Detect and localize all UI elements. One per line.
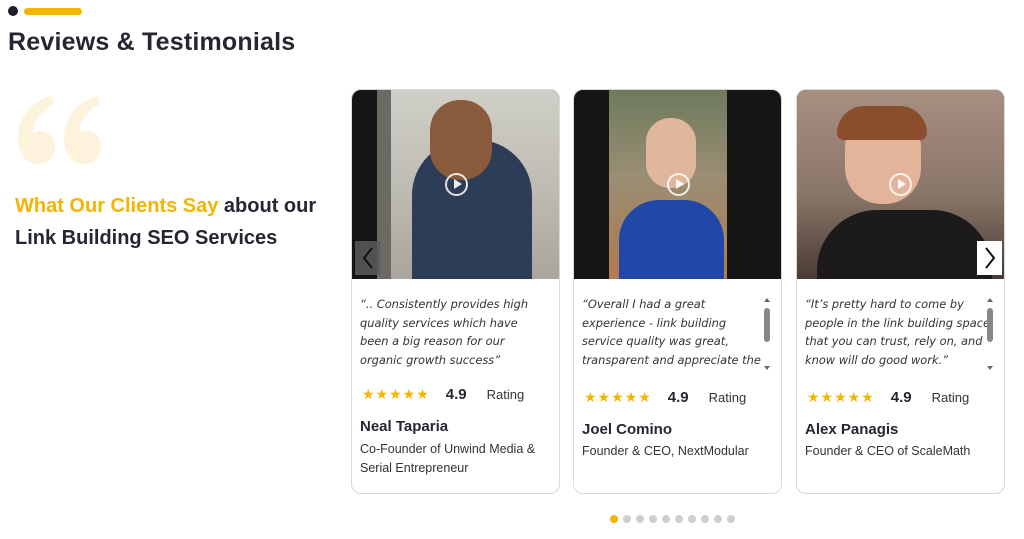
client-role: Founder & CEO, NextModular xyxy=(582,444,749,458)
scroll-down-icon[interactable] xyxy=(987,366,993,370)
testimonial-video[interactable] xyxy=(797,90,1004,279)
rating-row: ★★★★★ 4.9 Rating xyxy=(362,386,524,403)
decoration-bar xyxy=(24,7,82,15)
scroll-up-icon[interactable] xyxy=(764,298,770,302)
scroll-down-icon[interactable] xyxy=(764,366,770,370)
carousel-dot[interactable] xyxy=(675,515,683,523)
testimonial-quote: “It’s pretty hard to come by people in t… xyxy=(805,297,990,367)
client-name: Alex Panagis xyxy=(805,421,899,438)
section-title: Reviews & Testimonials xyxy=(8,28,296,56)
testimonial-video[interactable] xyxy=(352,90,559,279)
video-thumbnail xyxy=(430,100,492,180)
intro-heading: What Our Clients Say about our Link Buil… xyxy=(15,190,335,254)
client-name: Neal Taparia xyxy=(360,418,449,435)
rating-score: 4.9 xyxy=(445,386,467,403)
carousel-dot[interactable] xyxy=(649,515,657,523)
rating-row: ★★★★★ 4.9 Rating xyxy=(584,389,746,406)
testimonial-card-alex: “It’s pretty hard to come by people in t… xyxy=(796,89,1005,494)
star-icon: ★★★★★ xyxy=(807,389,875,406)
carousel-dot[interactable] xyxy=(701,515,709,523)
rating-label: Rating xyxy=(931,390,970,405)
scroll-up-icon[interactable] xyxy=(987,298,993,302)
scroll-thumb[interactable] xyxy=(764,308,770,342)
carousel-dot[interactable] xyxy=(610,515,618,523)
video-thumbnail xyxy=(817,210,992,279)
testimonial-quote: “Overall I had a great experience - link… xyxy=(582,297,761,367)
rating-score: 4.9 xyxy=(667,389,689,406)
testimonial-card-neal: “.. Consistently provides high quality s… xyxy=(351,89,560,494)
testimonial-video[interactable] xyxy=(574,90,781,279)
client-name: Joel Comino xyxy=(582,421,673,438)
play-icon[interactable] xyxy=(889,173,912,196)
carousel-dot[interactable] xyxy=(662,515,670,523)
testimonial-card-joel: “Overall I had a great experience - link… xyxy=(573,89,782,494)
star-icon: ★★★★★ xyxy=(584,389,652,406)
carousel-pagination xyxy=(610,515,735,523)
carousel-dot[interactable] xyxy=(727,515,735,523)
video-thumbnail xyxy=(837,106,927,140)
client-role: Founder & CEO of ScaleMath xyxy=(805,444,971,458)
section-decoration xyxy=(8,6,82,16)
rating-label: Rating xyxy=(708,390,747,405)
carousel-next-button[interactable] xyxy=(977,241,1002,275)
decoration-dot xyxy=(8,6,18,16)
carousel-dot[interactable] xyxy=(623,515,631,523)
chevron-left-icon xyxy=(362,247,373,269)
client-role: Co-Founder of Unwind Media & Serial Entr… xyxy=(360,442,536,475)
video-thumbnail xyxy=(619,200,724,279)
rating-row: ★★★★★ 4.9 Rating xyxy=(807,389,969,406)
rating-label: Rating xyxy=(486,387,525,402)
play-icon[interactable] xyxy=(667,173,690,196)
play-icon[interactable] xyxy=(445,173,468,196)
chevron-right-icon xyxy=(984,247,995,269)
intro-highlight: What Our Clients Say xyxy=(15,195,219,217)
rating-score: 4.9 xyxy=(890,389,912,406)
quote-icon xyxy=(14,90,104,170)
star-icon: ★★★★★ xyxy=(362,386,430,403)
quote-scrollbar[interactable] xyxy=(986,298,994,370)
quote-scrollbar[interactable] xyxy=(763,298,771,370)
carousel-dot[interactable] xyxy=(636,515,644,523)
carousel-dot[interactable] xyxy=(714,515,722,523)
carousel-prev-button[interactable] xyxy=(355,241,380,275)
testimonial-quote: “.. Consistently provides high quality s… xyxy=(360,297,529,367)
carousel-dot[interactable] xyxy=(688,515,696,523)
scroll-thumb[interactable] xyxy=(987,308,993,342)
